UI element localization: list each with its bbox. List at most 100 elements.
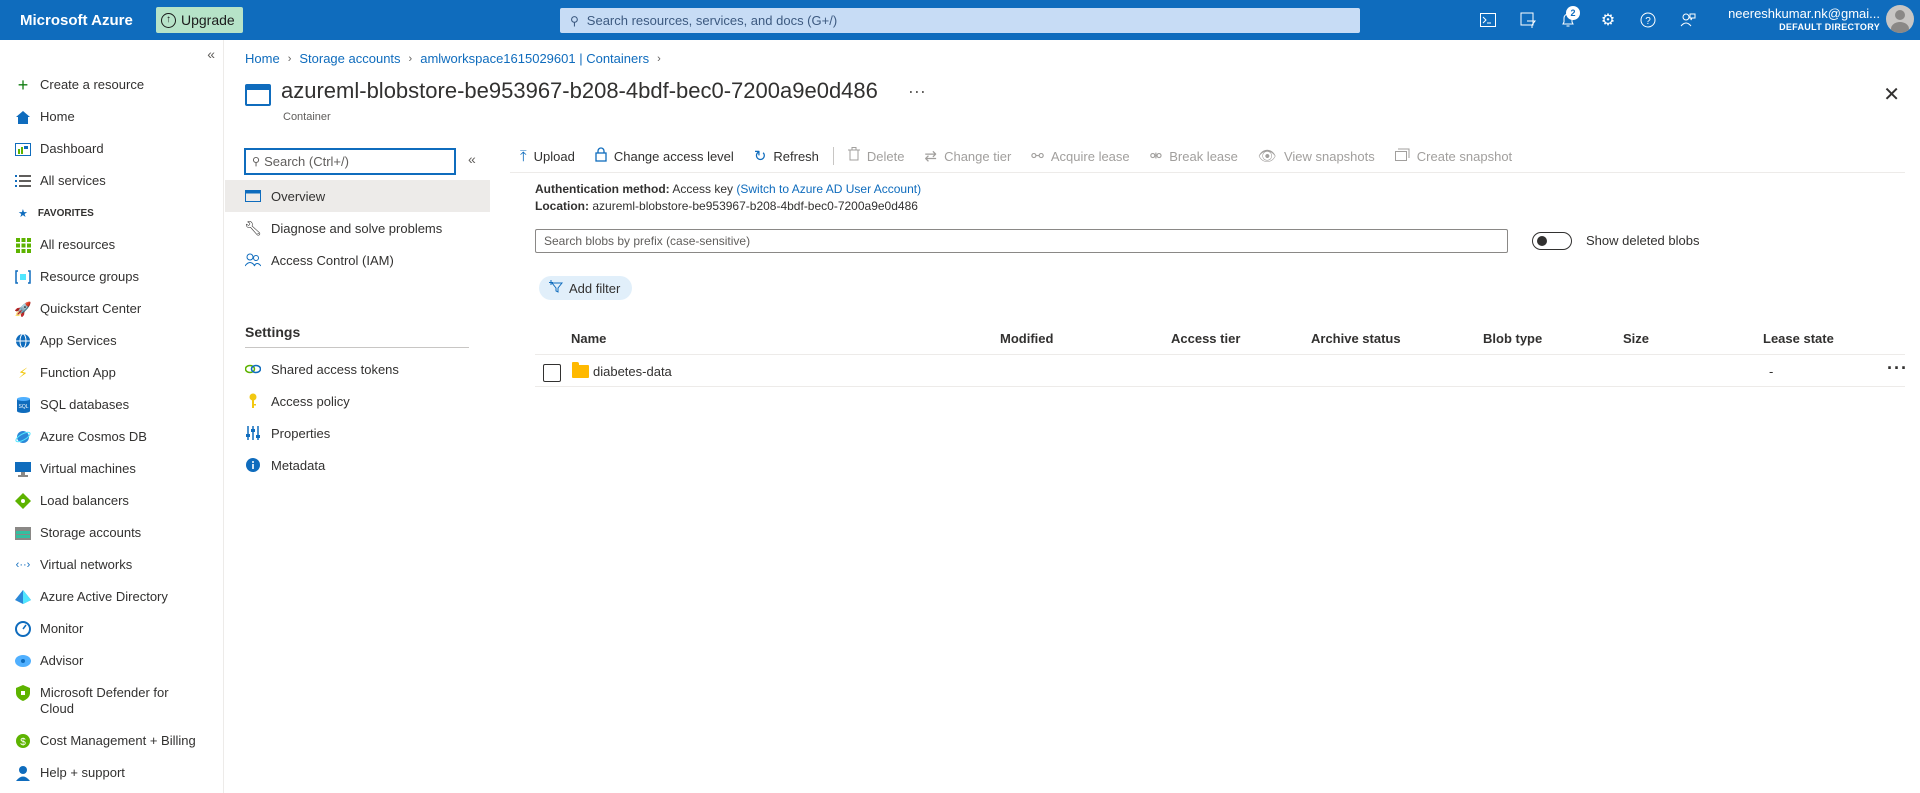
acquire-lease-button[interactable]: ⚯ Acquire lease (1021, 147, 1139, 165)
sidebar-item-app-services[interactable]: App Services (14, 333, 214, 349)
notifications-bell-icon[interactable]: 2 (1548, 0, 1588, 40)
sidebar-item-create-resource[interactable]: + Create a resource (14, 75, 214, 95)
resource-menu-collapse-icon[interactable]: « (468, 151, 476, 167)
row-more-actions-icon[interactable]: ··· (1887, 358, 1908, 379)
add-filter-label: Add filter (569, 280, 621, 296)
column-header-name[interactable]: Name (571, 331, 606, 346)
directory-filter-icon[interactable] (1508, 0, 1548, 40)
break-lease-button[interactable]: ⚮ Break lease (1140, 147, 1248, 165)
upgrade-button[interactable]: ↑ Upgrade (156, 7, 243, 33)
sidebar-item-monitor[interactable]: Monitor (14, 621, 214, 637)
sidebar-item-label: Virtual machines (40, 461, 136, 476)
sidebar-item-label: Home (40, 109, 75, 124)
column-header-modified[interactable]: Modified (1000, 331, 1053, 346)
view-snapshots-label: View snapshots (1283, 148, 1375, 164)
table-row[interactable]: diabetes-data - ··· (535, 356, 1908, 387)
monitor-icon (14, 621, 32, 637)
sidebar-collapse-icon[interactable]: « (207, 46, 215, 62)
column-header-lease-state[interactable]: Lease state (1763, 331, 1834, 346)
sidebar-item-dashboard[interactable]: Dashboard (14, 141, 214, 157)
settings-gear-icon[interactable]: ⚙ (1588, 0, 1628, 40)
portal-brand[interactable]: Microsoft Azure (20, 12, 156, 29)
more-actions-icon[interactable]: ··· (908, 81, 926, 102)
help-question-icon[interactable]: ? (1628, 0, 1668, 40)
sidebar-item-load-balancers[interactable]: Load balancers (14, 493, 214, 509)
sidebar-item-defender[interactable]: Microsoft Defender for Cloud (14, 685, 214, 717)
resource-menu-search-input[interactable]: ⚲ Search (Ctrl+/) (244, 148, 456, 175)
chevron-right-icon: › (287, 52, 292, 65)
refresh-button[interactable]: ↻ Refresh (744, 147, 829, 165)
network-icon: ‹··› (15, 559, 31, 571)
column-header-blob-type[interactable]: Blob type (1483, 331, 1542, 346)
change-access-level-button[interactable]: Change access level (585, 146, 744, 166)
cost-icon: $ (14, 733, 32, 749)
sidebar-item-advisor[interactable]: Advisor (14, 653, 214, 669)
page-title: azureml-blobstore-be953967-b208-4bdf-bec… (281, 78, 878, 103)
menu-item-access-control[interactable]: Access Control (IAM) (225, 244, 490, 276)
menu-item-diagnose[interactable]: 🔧︎ Diagnose and solve problems (225, 212, 490, 244)
user-account[interactable]: neereshkumar.nk@gmai... DEFAULT DIRECTOR… (1728, 6, 1880, 32)
view-snapshots-button[interactable]: 👁︎ View snapshots (1248, 147, 1385, 165)
blob-search-placeholder: Search blobs by prefix (case-sensitive) (544, 234, 751, 248)
change-tier-button[interactable]: ⇄ Change tier (915, 147, 1022, 165)
snapshot-icon (1394, 148, 1410, 165)
settings-section-heading: Settings (245, 324, 301, 340)
blob-prefix-search-input[interactable]: Search blobs by prefix (case-sensitive) (535, 229, 1508, 253)
lease-state-value: - (1769, 364, 1774, 379)
show-deleted-blobs-toggle[interactable] (1532, 232, 1572, 250)
sidebar-item-home[interactable]: Home (14, 109, 214, 125)
menu-item-overview[interactable]: Overview (225, 180, 490, 212)
cloud-shell-icon[interactable] (1468, 0, 1508, 40)
create-snapshot-button[interactable]: Create snapshot (1385, 148, 1522, 165)
advisor-icon (14, 653, 32, 669)
list-icon (14, 173, 32, 189)
sidebar-item-all-resources[interactable]: All resources (14, 237, 214, 253)
sidebar-item-label: Storage accounts (40, 525, 142, 540)
sidebar-item-function-app[interactable]: ⚡ Function App (14, 365, 214, 381)
dashboard-icon (14, 141, 32, 157)
avatar[interactable] (1886, 5, 1914, 33)
menu-item-label: Diagnose and solve problems (271, 220, 443, 236)
column-header-archive-status[interactable]: Archive status (1311, 331, 1401, 346)
sidebar-item-cosmos-db[interactable]: Azure Cosmos DB (14, 429, 214, 445)
sidebar-item-virtual-networks[interactable]: ‹··› Virtual networks (14, 557, 214, 573)
column-header-size[interactable]: Size (1623, 331, 1649, 346)
blob-name[interactable]: diabetes-data (593, 364, 672, 379)
sidebar-item-label: Function App (40, 365, 116, 380)
menu-item-metadata[interactable]: Metadata (225, 449, 490, 481)
sidebar-item-help-support[interactable]: Help + support (14, 765, 214, 781)
column-header-access-tier[interactable]: Access tier (1171, 331, 1240, 346)
add-filter-button[interactable]: Add filter (539, 276, 633, 300)
menu-item-shared-access-tokens[interactable]: Shared access tokens (225, 353, 490, 385)
sidebar-item-virtual-machines[interactable]: Virtual machines (14, 461, 214, 477)
sidebar-item-storage-accounts[interactable]: Storage accounts (14, 525, 214, 541)
row-checkbox[interactable] (543, 364, 561, 382)
page-header: azureml-blobstore-be953967-b208-4bdf-bec… (245, 78, 926, 106)
location-value: azureml-blobstore-be953967-b208-4bdf-bec… (592, 199, 918, 213)
sidebar-item-sql-databases[interactable]: SQL SQL databases (14, 397, 214, 413)
feedback-icon[interactable] (1668, 0, 1708, 40)
menu-item-label: Properties (271, 425, 331, 441)
breadcrumb-storage-accounts[interactable]: Storage accounts (299, 51, 400, 66)
sidebar-item-azure-ad[interactable]: Azure Active Directory (14, 589, 214, 605)
switch-auth-link[interactable]: (Switch to Azure AD User Account) (736, 182, 921, 196)
top-bar: Microsoft Azure ↑ Upgrade ⚲ Search resou… (0, 0, 1920, 40)
sidebar-item-quickstart-center[interactable]: 🚀 Quickstart Center (14, 301, 214, 317)
close-icon[interactable]: ✕ (1883, 82, 1900, 107)
menu-item-label: Access policy (271, 393, 350, 409)
menu-item-access-policy[interactable]: Access policy (225, 385, 490, 417)
sidebar-item-resource-groups[interactable]: Resource groups (14, 269, 214, 285)
global-search-input[interactable]: ⚲ Search resources, services, and docs (… (560, 8, 1360, 33)
sidebar-item-all-services[interactable]: All services (14, 173, 214, 189)
delete-button[interactable]: Delete (838, 147, 915, 165)
svg-text:SQL: SQL (18, 404, 28, 410)
sidebar-item-cost-management[interactable]: $ Cost Management + Billing (14, 733, 214, 749)
swap-arrows-icon: ⇄ (924, 148, 938, 165)
breadcrumb-containers[interactable]: amlworkspace1615029601 | Containers (420, 51, 649, 66)
favorites-label: FAVORITES (37, 208, 94, 219)
authentication-method: Authentication method: Access key (Switc… (535, 182, 921, 196)
breadcrumb-home[interactable]: Home (245, 51, 280, 66)
upload-button[interactable]: ⤒ Upload (510, 148, 585, 165)
cosmos-icon (14, 429, 32, 445)
menu-item-properties[interactable]: Properties (225, 417, 490, 449)
